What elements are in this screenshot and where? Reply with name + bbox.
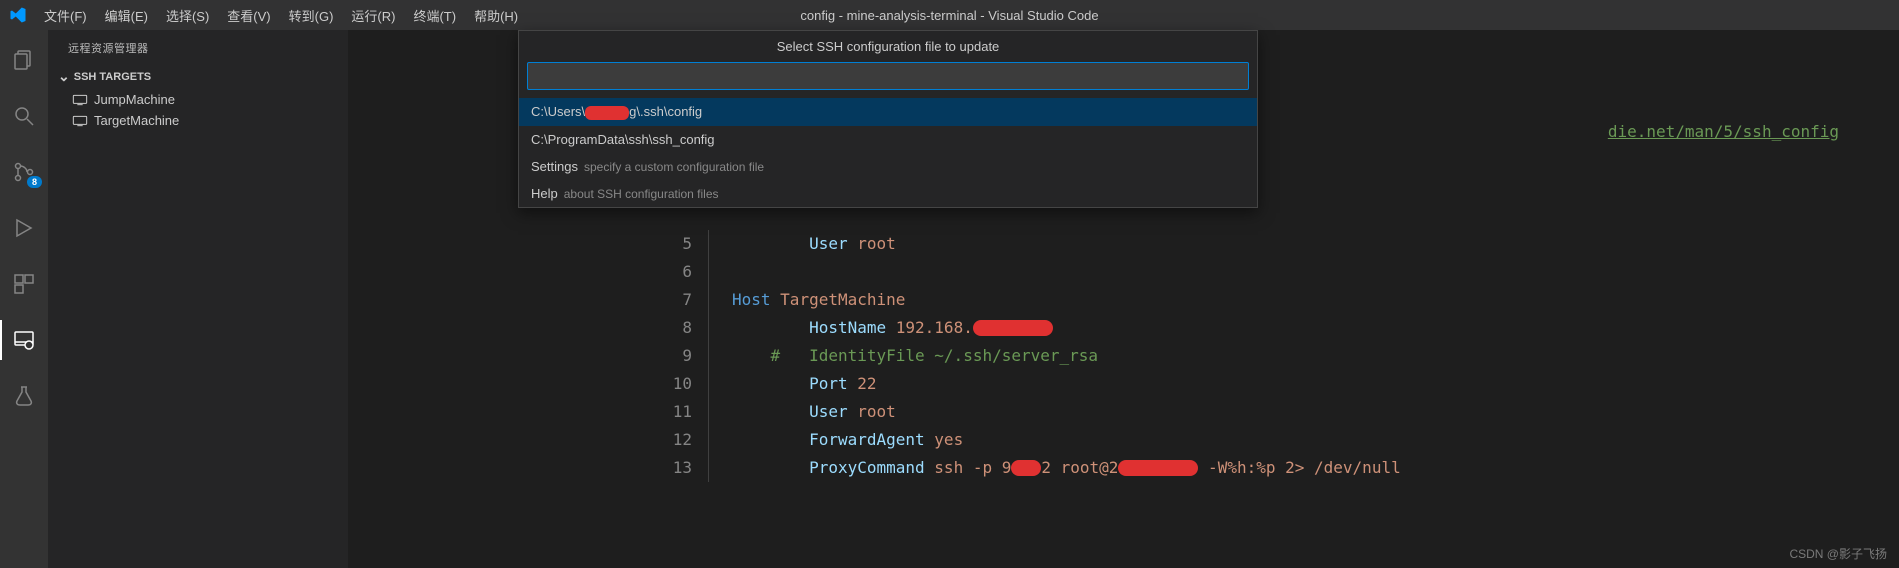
sidebar-section-header[interactable]: ⌄ SSH TARGETS: [48, 64, 348, 89]
activity-bar: 8: [0, 30, 48, 568]
extensions-icon[interactable]: [0, 264, 48, 304]
files-icon[interactable]: [0, 40, 48, 80]
chevron-down-icon: ⌄: [58, 68, 70, 85]
quick-pick-item-programdata[interactable]: C:\ProgramData\ssh\ssh_config: [519, 126, 1257, 153]
watermark: CSDN @影子飞扬: [1789, 545, 1887, 562]
code-line[interactable]: 6: [648, 258, 1899, 286]
line-number: 7: [648, 286, 692, 314]
code-line[interactable]: 8 HostName 192.168.: [648, 314, 1899, 342]
code-line[interactable]: 10 Port 22: [648, 370, 1899, 398]
monitor-icon: [72, 115, 88, 127]
redacted-icon: [585, 106, 629, 120]
line-number: 10: [648, 370, 692, 398]
item-label: Help: [531, 186, 558, 201]
code-line[interactable]: 11 User root: [648, 398, 1899, 426]
search-icon[interactable]: [0, 96, 48, 136]
quick-pick-item-settings[interactable]: Settings specify a custom configuration …: [519, 153, 1257, 180]
sidebar: 远程资源管理器 ⌄ SSH TARGETS JumpMachine Target…: [48, 30, 348, 568]
sidebar-title: 远程资源管理器: [48, 30, 348, 64]
menu-view[interactable]: 查看(V): [218, 2, 279, 29]
item-detail: about SSH configuration files: [564, 187, 719, 201]
menu-help[interactable]: 帮助(H): [465, 2, 527, 29]
scm-badge: 8: [27, 176, 42, 188]
vscode-logo-icon: [0, 6, 35, 24]
run-debug-icon[interactable]: [0, 208, 48, 248]
item-label: Settings: [531, 159, 578, 174]
target-label: JumpMachine: [94, 92, 175, 107]
quick-pick-input[interactable]: [527, 62, 1249, 90]
section-label: SSH TARGETS: [74, 71, 151, 83]
redacted-icon: [1118, 460, 1198, 476]
quick-pick-dialog: Select SSH configuration file to update …: [518, 30, 1258, 208]
menu-run[interactable]: 运行(R): [342, 2, 404, 29]
line-number: 13: [648, 454, 692, 482]
code-line[interactable]: 5 User root: [648, 230, 1899, 258]
target-label: TargetMachine: [94, 113, 179, 128]
item-detail: specify a custom configuration file: [584, 160, 764, 174]
testing-icon[interactable]: [0, 376, 48, 416]
line-number: 6: [648, 258, 692, 286]
code-line[interactable]: 9 # IdentityFile ~/.ssh/server_rsa: [648, 342, 1899, 370]
quick-pick-item-user-config[interactable]: C:\Users\g\.ssh\config: [519, 98, 1257, 126]
line-number: 5: [648, 230, 692, 258]
code-line[interactable]: 13 ProxyCommand ssh -p 92 root@2 -W%h:%p…: [648, 454, 1899, 482]
line-number: 9: [648, 342, 692, 370]
line-number: 12: [648, 426, 692, 454]
redacted-icon: [1011, 460, 1041, 476]
line-number: 8: [648, 314, 692, 342]
source-control-icon[interactable]: 8: [0, 152, 48, 192]
item-label: C:\Users\g\.ssh\config: [531, 104, 702, 120]
code-line[interactable]: 12 ForwardAgent yes: [648, 426, 1899, 454]
quick-pick-item-help[interactable]: Help about SSH configuration files: [519, 180, 1257, 207]
menu-selection[interactable]: 选择(S): [157, 2, 218, 29]
menu-terminal[interactable]: 终端(T): [404, 2, 465, 29]
line-number: 11: [648, 398, 692, 426]
ssh-target-jumpmachine[interactable]: JumpMachine: [48, 89, 348, 110]
window-title: config - mine-analysis-terminal - Visual…: [800, 8, 1098, 23]
menu-file[interactable]: 文件(F): [35, 2, 96, 29]
menu-edit[interactable]: 编辑(E): [96, 2, 157, 29]
remote-explorer-icon[interactable]: [0, 320, 48, 360]
menu-go[interactable]: 转到(G): [280, 2, 343, 29]
menu-bar: 文件(F) 编辑(E) 选择(S) 查看(V) 转到(G) 运行(R) 终端(T…: [35, 2, 527, 29]
redacted-icon: [973, 320, 1053, 336]
code-line[interactable]: 7Host TargetMachine: [648, 286, 1899, 314]
monitor-icon: [72, 94, 88, 106]
title-bar: 文件(F) 编辑(E) 选择(S) 查看(V) 转到(G) 运行(R) 终端(T…: [0, 0, 1899, 30]
quick-pick-title: Select SSH configuration file to update: [519, 31, 1257, 62]
ssh-target-targetmachine[interactable]: TargetMachine: [48, 110, 348, 131]
item-label: C:\ProgramData\ssh\ssh_config: [531, 132, 715, 147]
